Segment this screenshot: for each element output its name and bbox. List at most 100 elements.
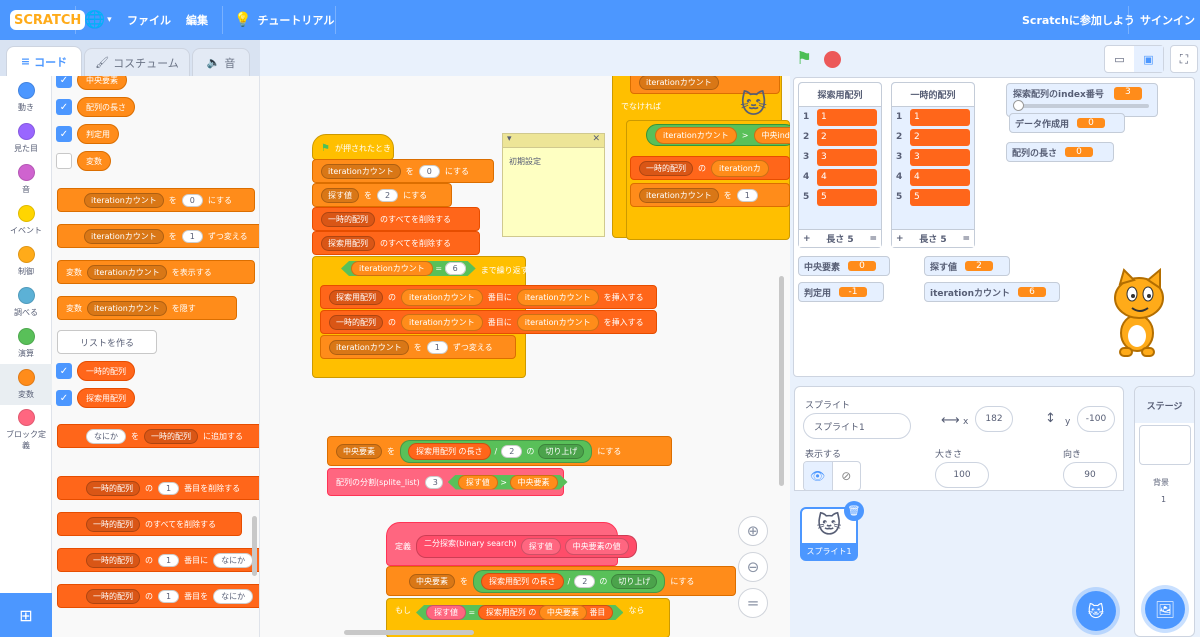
y-input[interactable]: -100 bbox=[1077, 406, 1115, 432]
operator-ceil[interactable]: 探索用配列 の長さ/2 の切り上げ bbox=[400, 439, 593, 463]
checkbox-icon[interactable]: ✓ bbox=[56, 76, 72, 88]
stage-canvas[interactable]: 探索用配列 11 22 33 44 55 + 長さ 5 = 一時的配列 11 22 … bbox=[793, 77, 1195, 377]
block-set-search-value[interactable]: 探す値を 2 にする bbox=[312, 183, 452, 207]
scratch-logo[interactable]: SCRATCH bbox=[10, 10, 86, 30]
item-input[interactable]: なにか bbox=[86, 428, 126, 444]
green-flag-icon[interactable]: ⚑ bbox=[796, 48, 812, 69]
list-dropdown[interactable]: 一時的配列 bbox=[321, 211, 375, 227]
block-insert-at-list[interactable]: 一時的配列の 1 番目に なにか bbox=[57, 548, 259, 572]
condition-gt[interactable]: 探す値 > 中央要素 bbox=[448, 475, 568, 490]
variable-reporter[interactable]: iterationカ bbox=[711, 159, 769, 177]
variable-dropdown[interactable]: iterationカウント bbox=[87, 264, 167, 280]
item-input[interactable]: なにか bbox=[213, 552, 254, 568]
list-length-reporter[interactable]: 探索用配列 の長さ bbox=[481, 572, 564, 590]
list-dropdown[interactable]: 一時的配列 bbox=[86, 480, 140, 496]
eye-hidden-icon[interactable]: ⊘ bbox=[831, 462, 861, 490]
block-call-split[interactable]: 配列の分割(splite_list) 3 探す値 > 中央要素 bbox=[327, 468, 564, 496]
block-change-partial[interactable]: iterationカウントを 1 bbox=[630, 183, 790, 207]
language-globe-icon[interactable]: 🌐 ▾ bbox=[84, 0, 112, 40]
menu-file[interactable]: ファイル bbox=[127, 0, 171, 40]
block-insert-temp[interactable]: 一時的配列の iterationカウント 番目に iterationカウント を挿入する bbox=[320, 310, 657, 334]
list-dropdown[interactable]: 一時的配列 bbox=[86, 552, 140, 568]
category-sound[interactable]: 音 bbox=[0, 164, 52, 195]
list-value[interactable]: 2 bbox=[910, 128, 970, 146]
value-input[interactable]: 3 bbox=[424, 475, 443, 489]
block-show-variable[interactable]: 変数 iterationカウント を表示する bbox=[57, 260, 255, 284]
define-prototype[interactable]: 二分探索(binary search) 探す値 中央要素の値 bbox=[416, 534, 637, 558]
variable-reporter[interactable]: iterationカウント bbox=[516, 288, 599, 306]
index-input[interactable]: 1 bbox=[158, 553, 180, 567]
resize-icon[interactable]: = bbox=[869, 234, 877, 244]
close-icon[interactable]: ✕ bbox=[592, 134, 600, 147]
block-delete-all-search[interactable]: 探索用配列 のすべてを削除する bbox=[312, 231, 480, 255]
index-input[interactable]: 1 bbox=[158, 481, 180, 495]
tab-sound[interactable]: 🔈 音 bbox=[192, 48, 250, 76]
checkbox-icon[interactable] bbox=[56, 153, 72, 169]
comment-note[interactable]: ▾ ✕ 初期設定 bbox=[502, 133, 605, 237]
variable-dropdown[interactable]: iterationカウント bbox=[639, 187, 719, 203]
block-change-variable[interactable]: iterationカウントを 1 ずつ変える bbox=[57, 224, 259, 248]
reporter-variable[interactable]: 判定用 bbox=[77, 124, 119, 144]
checkbox-icon[interactable]: ✓ bbox=[56, 390, 72, 406]
list-dropdown[interactable]: 探索用配列 bbox=[321, 235, 375, 251]
category-variables[interactable]: 変数 bbox=[0, 364, 52, 405]
list-dropdown[interactable]: 一時的配列 bbox=[86, 588, 140, 604]
block-change-iter[interactable]: iterationカウントを 1 ずつ変える bbox=[320, 335, 516, 359]
cat-sprite-icon[interactable] bbox=[1102, 268, 1172, 358]
list-value[interactable]: 1 bbox=[817, 108, 877, 126]
palette-scrollbar[interactable] bbox=[252, 516, 257, 576]
variable-reporter[interactable]: iterationカウント bbox=[655, 126, 737, 144]
param-reporter[interactable]: 中央要素の値 bbox=[564, 537, 629, 555]
block-set-variable[interactable]: iterationカウントを 0 にする bbox=[57, 188, 255, 212]
zoom-in-icon[interactable]: ⊕ bbox=[738, 516, 768, 546]
list-value[interactable]: 2 bbox=[817, 128, 877, 146]
block-delete-all-temp[interactable]: 一時的配列 のすべてを削除する bbox=[312, 207, 480, 231]
variable-reporter[interactable]: 中央inde bbox=[753, 126, 790, 144]
value-input[interactable]: 1 bbox=[736, 188, 758, 202]
block-when-flag-clicked[interactable]: ⚑ が押されたとき bbox=[312, 134, 394, 160]
function-dropdown[interactable]: 切り上げ bbox=[538, 443, 585, 459]
block-delete-of-list[interactable]: 一時的配列の 1 番目を削除する bbox=[57, 476, 259, 500]
variable-dropdown[interactable]: iterationカウント bbox=[329, 339, 409, 355]
variable-reporter[interactable]: iterationカウント bbox=[351, 261, 433, 276]
make-list-button[interactable]: リストを作る bbox=[57, 330, 157, 354]
add-item-icon[interactable]: + bbox=[896, 234, 904, 244]
block-compare-partial[interactable]: iterationカウント > 中央inde bbox=[646, 124, 790, 146]
x-input[interactable]: 182 bbox=[975, 406, 1013, 432]
add-extension-button[interactable]: ⊞ bbox=[0, 593, 52, 637]
item-input[interactable]: なにか bbox=[213, 588, 254, 604]
sprite-name-input[interactable]: スプライト1 bbox=[803, 413, 911, 439]
slider-track[interactable] bbox=[1013, 100, 1149, 111]
function-dropdown[interactable]: 切り上げ bbox=[611, 573, 658, 589]
list-value[interactable]: 5 bbox=[910, 188, 970, 206]
variable-dropdown[interactable]: 中央要素 bbox=[409, 573, 455, 589]
block-replace-item-of-list[interactable]: 一時的配列の 1 番目を なにか bbox=[57, 584, 259, 608]
reporter-variable[interactable]: 変数 bbox=[77, 151, 111, 171]
reporter-list[interactable]: 一時的配列 bbox=[77, 361, 135, 381]
index-input[interactable]: 1 bbox=[158, 589, 180, 603]
value-input[interactable]: 0 bbox=[418, 164, 440, 178]
block-add-to-list[interactable]: なにかを一時的配列 に追加する bbox=[57, 424, 259, 448]
list-value[interactable]: 4 bbox=[910, 168, 970, 186]
zoom-reset-icon[interactable]: = bbox=[738, 588, 768, 618]
tab-costume[interactable]: 🖌 コスチューム bbox=[84, 48, 190, 76]
resize-icon[interactable]: = bbox=[962, 234, 970, 244]
block-define[interactable]: 定義 二分探索(binary search) 探す値 中央要素の値 bbox=[386, 522, 637, 566]
variable-dropdown[interactable]: iterationカウント bbox=[84, 192, 164, 208]
category-events[interactable]: イベント bbox=[0, 205, 52, 236]
variable-dropdown[interactable]: iterationカウント bbox=[87, 300, 167, 316]
reporter-list[interactable]: 探索用配列 bbox=[77, 388, 135, 408]
menu-tutorial[interactable]: 💡 チュートリアル bbox=[234, 0, 334, 40]
collapse-icon[interactable]: ▾ bbox=[507, 134, 512, 147]
stop-icon[interactable] bbox=[824, 51, 841, 68]
category-my-blocks[interactable]: ブロック定義 bbox=[0, 409, 52, 451]
block-set-iter[interactable]: iterationカウントを 0 にする bbox=[312, 159, 494, 183]
direction-input[interactable]: 90 bbox=[1063, 462, 1117, 488]
tab-code[interactable]: ≡ コード bbox=[6, 46, 82, 76]
variable-dropdown[interactable]: iterationカウント bbox=[84, 228, 164, 244]
zoom-out-icon[interactable]: ⊖ bbox=[738, 552, 768, 582]
variable-reporter[interactable]: iterationカウント bbox=[401, 313, 483, 331]
eye-icon[interactable]: 👁 bbox=[804, 462, 832, 490]
checkbox-icon[interactable]: ✓ bbox=[56, 126, 72, 142]
category-control[interactable]: 制御 bbox=[0, 246, 52, 277]
